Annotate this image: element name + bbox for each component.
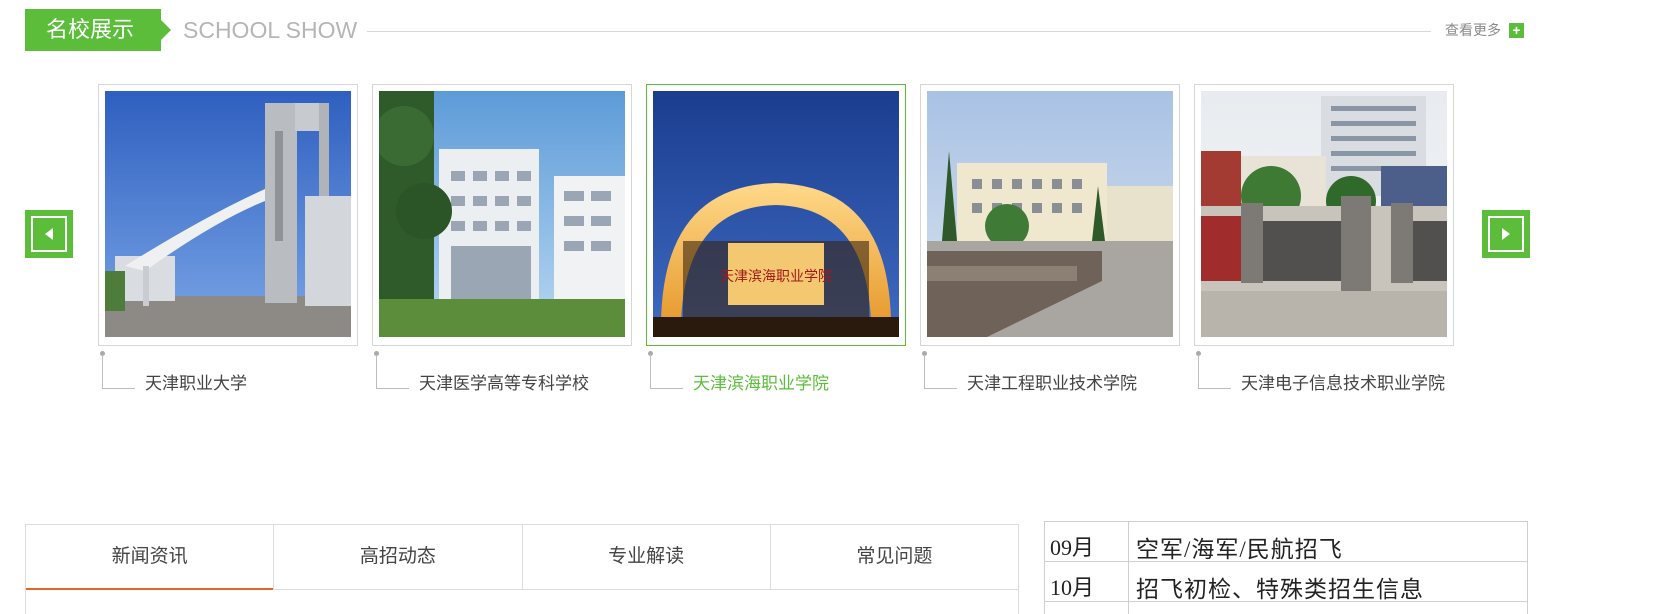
school-caption-2[interactable]: 天津医学高等专科学校 <box>373 351 645 393</box>
school-name-2[interactable]: 天津医学高等专科学校 <box>419 373 589 395</box>
tab-admission-updates[interactable]: 高招动态 <box>274 525 523 589</box>
header-divider <box>367 31 1431 32</box>
tab-major-guide[interactable]: 专业解读 <box>523 525 771 589</box>
schedule-desc[interactable]: 空军/海军/民航招飞 <box>1136 530 1343 564</box>
school-photo-5[interactable] <box>1201 91 1447 337</box>
schedule-month: 09月 <box>1050 535 1095 560</box>
schedule-desc[interactable]: 招飞初检、特殊类招生信息 <box>1136 570 1424 604</box>
school-photo-1[interactable] <box>105 91 351 337</box>
school-card-1[interactable] <box>98 84 358 346</box>
school-caption-5[interactable]: 天津电子信息技术职业学院 <box>1195 351 1467 393</box>
school-caption-3[interactable]: 天津滨海职业学院 <box>647 351 919 393</box>
view-more-label[interactable]: 查看更多 <box>1445 21 1501 39</box>
news-tabs: 新闻资讯 高招动态 专业解读 常见问题 <box>25 524 1019 614</box>
school-building-image <box>379 91 625 337</box>
school-card-3[interactable]: 天津滨海职业学院 <box>646 84 906 346</box>
section-title: 名校展示 <box>25 9 171 51</box>
school-card-4[interactable] <box>920 84 1180 346</box>
triangle-right-icon <box>1502 228 1510 240</box>
school-photo-4[interactable] <box>927 91 1173 337</box>
tab-news[interactable]: 新闻资讯 <box>26 525 275 590</box>
view-more-link[interactable]: 查看更多 + <box>1445 21 1524 39</box>
school-caption-4[interactable]: 天津工程职业技术学院 <box>921 351 1193 393</box>
school-arch-image: 天津滨海职业学院 <box>653 91 899 337</box>
carousel-prev-button[interactable] <box>25 210 73 258</box>
tab-faq[interactable]: 常见问题 <box>771 525 1018 589</box>
plus-icon[interactable]: + <box>1509 22 1524 38</box>
school-name-3[interactable]: 天津滨海职业学院 <box>693 373 829 395</box>
schedule-row[interactable]: 09月 空军/海军/民航招飞 <box>1044 522 1528 562</box>
school-name-4[interactable]: 天津工程职业技术学院 <box>967 373 1137 395</box>
school-photo-2[interactable] <box>379 91 625 337</box>
school-name-5[interactable]: 天津电子信息技术职业学院 <box>1241 373 1445 395</box>
school-gate-photo <box>1201 91 1447 337</box>
school-name-1[interactable]: 天津职业大学 <box>145 373 247 395</box>
carousel-next-button[interactable] <box>1482 210 1530 258</box>
svg-text:天津滨海职业学院: 天津滨海职业学院 <box>720 269 832 285</box>
schedule-row[interactable]: 10月 招飞初检、特殊类招生信息 <box>1044 562 1528 602</box>
schedule-table: 09月 空军/海军/民航招飞 10月 招飞初检、特殊类招生信息 <box>1044 521 1528 614</box>
school-gate-image <box>105 91 351 337</box>
school-caption-1[interactable]: 天津职业大学 <box>99 351 371 393</box>
school-card-2[interactable] <box>372 84 632 346</box>
school-photo-3[interactable]: 天津滨海职业学院 <box>653 91 899 337</box>
schedule-month: 10月 <box>1050 575 1095 600</box>
school-campus-image <box>927 91 1173 337</box>
triangle-left-icon <box>45 228 53 240</box>
section-title-en: SCHOOL SHOW <box>183 17 358 43</box>
school-card-5[interactable] <box>1194 84 1454 346</box>
